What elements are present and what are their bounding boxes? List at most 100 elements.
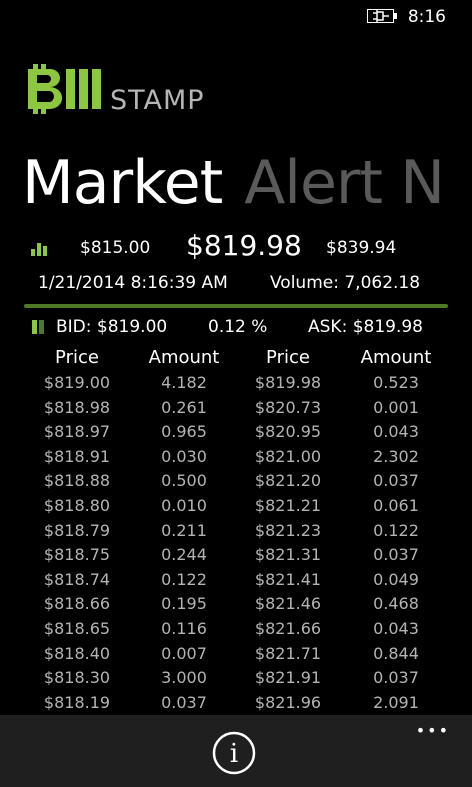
table-row: $818.88 0.500 $821.20 0.037 — [22, 469, 452, 494]
ask-amount-cell: 0.523 — [373, 373, 419, 392]
ask-price-cell: $820.95 — [254, 422, 322, 442]
table-row: $818.19 0.037 $821.96 2.091 — [22, 691, 452, 716]
bid-amount-cell: 0.007 — [161, 643, 207, 663]
ask-amount-cell: 0.043 — [373, 618, 419, 638]
bid-amount-cell: 0.965 — [161, 422, 207, 442]
bid-price-cell: $818.19 — [43, 692, 111, 712]
ask-price-cell: $821.20 — [254, 471, 322, 491]
table-row: $818.74 0.122 $821.41 0.049 — [22, 568, 452, 593]
pivot-tab-alert[interactable]: Alert N — [244, 148, 445, 218]
table-row: $818.40 0.007 $821.71 0.844 — [22, 642, 452, 667]
ask-price-cell: $821.91 — [254, 668, 322, 688]
ask-price-cell: $821.66 — [254, 618, 322, 638]
bid-amount-cell: 0.211 — [161, 520, 207, 540]
order-book-header: Price Amount Price Amount — [22, 347, 452, 371]
header-bid-price: Price — [55, 347, 99, 368]
ask-amount-cell: 0.061 — [373, 495, 419, 515]
table-row: $818.91 0.030 $821.00 2.302 — [22, 445, 452, 470]
ellipsis-icon[interactable]: ••• — [416, 721, 450, 740]
table-row: $819.00 4.182 $819.98 0.523 — [22, 371, 452, 396]
ask-price-cell: $821.23 — [254, 520, 322, 540]
bid-amount-cell: 0.010 — [161, 495, 207, 515]
bid-price-cell: $818.98 — [43, 397, 111, 417]
clock: 8:16 — [407, 7, 446, 27]
table-row: $818.98 0.261 $820.73 0.001 — [22, 396, 452, 421]
last-price: $819.98 — [186, 229, 302, 262]
ask-price-cell: $821.31 — [254, 545, 322, 565]
bid-amount-cell: 0.500 — [161, 471, 207, 491]
bid-amount-cell: 0.122 — [161, 569, 207, 589]
table-row: $818.66 0.195 $821.46 0.468 — [22, 592, 452, 617]
ask-price-cell: $819.98 — [254, 373, 322, 392]
ask-amount-cell: 2.302 — [373, 446, 419, 466]
spread: 0.12 % — [208, 317, 268, 337]
bid-amount-cell: 0.116 — [161, 618, 207, 638]
ask-price-cell: $821.96 — [254, 692, 322, 712]
ask-price-cell: $820.73 — [254, 397, 322, 417]
ask-amount-cell: 0.001 — [373, 397, 419, 417]
order-book-rows: $819.00 4.182 $819.98 0.523 $818.98 0.261 $820… — [22, 371, 452, 715]
ask-price-cell: $821.41 — [254, 569, 322, 589]
bid-amount-cell: 0.261 — [161, 397, 207, 417]
bid-price-cell: $818.75 — [43, 545, 111, 565]
ask-amount-cell: 0.037 — [373, 471, 419, 491]
pivot-tab-market[interactable]: Market — [22, 148, 223, 218]
ask-amount-cell: 0.122 — [373, 520, 419, 540]
bid-price-cell: $818.65 — [43, 618, 111, 638]
ask-amount-cell: 0.468 — [373, 594, 419, 614]
bid-price-cell: $818.40 — [43, 643, 111, 663]
bid-amount-cell: 4.182 — [161, 373, 207, 392]
bid-amount-cell: 0.030 — [161, 446, 207, 466]
table-row: $818.97 0.965 $820.95 0.043 — [22, 420, 452, 445]
ask-amount-cell: 0.037 — [373, 545, 419, 565]
ask-amount-cell: 0.037 — [373, 668, 419, 688]
status-bar: 8:16 — [0, 0, 472, 34]
bid-amount-cell: 0.037 — [161, 692, 207, 712]
bid-price-cell: $818.30 — [43, 668, 111, 688]
bid-price-cell: $818.88 — [43, 471, 111, 491]
bid-amount-cell: 0.195 — [161, 594, 207, 614]
table-row: $818.75 0.244 $821.31 0.037 — [22, 543, 452, 568]
ask-amount-cell: 0.043 — [373, 422, 419, 442]
battery-charging-icon — [367, 9, 397, 23]
pivot-header: Market Alert N — [22, 148, 445, 218]
bid-amount-cell: 3.000 — [161, 668, 207, 688]
table-row: $818.80 0.010 $821.21 0.061 — [22, 494, 452, 519]
ticker-row: $815.00 $819.98 $839.94 — [22, 229, 452, 266]
bid-price-cell: $818.91 — [43, 446, 111, 466]
ask-price-cell: $821.71 — [254, 643, 322, 663]
order-book: Price Amount Price Amount $819.00 4.182 $8… — [22, 347, 452, 715]
header-ask-amount: Amount — [360, 347, 432, 368]
ask-amount-cell: 0.049 — [373, 569, 419, 589]
table-row: $818.79 0.211 $821.23 0.122 — [22, 519, 452, 544]
high-price: $839.94 — [326, 238, 397, 258]
ask-price: ASK: $819.98 — [308, 317, 423, 337]
table-row: $818.65 0.116 $821.66 0.043 — [22, 617, 452, 642]
ask-price-cell: $821.21 — [254, 495, 322, 515]
bid-price-cell: $819.00 — [43, 373, 111, 392]
ticker-info-row: 1/21/2014 8:16:39 AM Volume: 7,062.18 — [22, 273, 452, 299]
bid-price-cell: $818.74 — [43, 569, 111, 589]
bid-price-cell: $818.66 — [43, 594, 111, 614]
ask-amount-cell: 0.844 — [373, 643, 419, 663]
header-bid-amount: Amount — [148, 347, 220, 368]
bid-price-cell: $818.79 — [43, 520, 111, 540]
header-ask-price: Price — [266, 347, 310, 368]
brand-name: STAMP — [110, 85, 205, 116]
bid-price-cell: $818.97 — [43, 422, 111, 442]
volume: Volume: 7,062.18 — [270, 273, 421, 293]
bid-price-cell: $818.80 — [43, 495, 111, 515]
bar-chart-icon — [31, 243, 47, 256]
info-icon[interactable]: i — [212, 731, 256, 775]
timestamp: 1/21/2014 8:16:39 AM — [38, 273, 228, 293]
ask-price-cell: $821.46 — [254, 594, 322, 614]
bid-ask-row: BID: $819.00 0.12 % ASK: $819.98 — [22, 317, 452, 343]
bid-price: BID: $819.00 — [56, 317, 168, 337]
ask-amount-cell: 2.091 — [373, 692, 419, 712]
app-bar: i ••• — [0, 715, 472, 787]
low-price: $815.00 — [80, 238, 151, 258]
order-book-icon — [32, 320, 44, 334]
bid-amount-cell: 0.244 — [161, 545, 207, 565]
divider — [24, 304, 448, 308]
ask-price-cell: $821.00 — [254, 446, 322, 466]
